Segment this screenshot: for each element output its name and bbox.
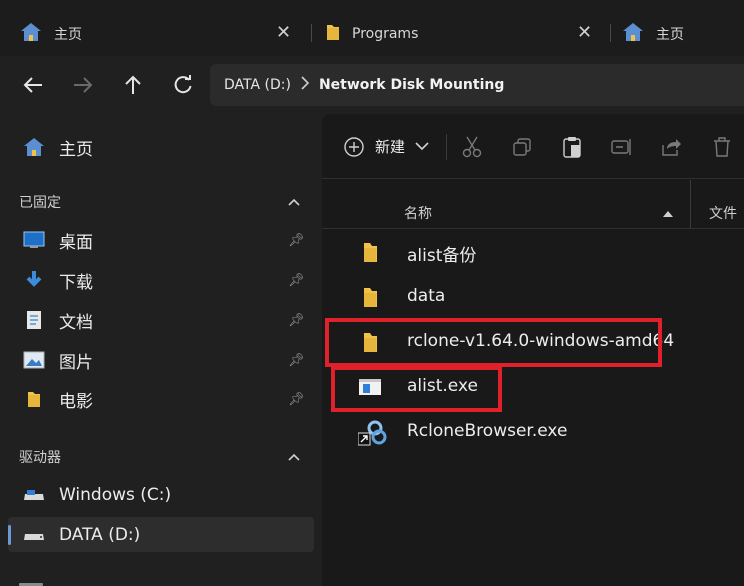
breadcrumb-current[interactable]: Network Disk Mounting	[319, 77, 504, 93]
arrow-up-icon	[125, 75, 141, 94]
sidebar-item-pictures[interactable]: 图片 📌︎	[0, 340, 320, 380]
sidebar-item-documents[interactable]: 文档 📌︎	[0, 300, 320, 340]
file-name: data	[407, 286, 446, 306]
section-cutoff	[19, 578, 49, 586]
tab-home-1[interactable]: 主页	[20, 12, 82, 56]
address-bar[interactable]: DATA (D:) Network Disk Mounting	[210, 64, 744, 106]
sidebar-item-label: 图片	[59, 352, 93, 373]
tab-label: 主页	[54, 27, 82, 43]
drive-icon	[22, 483, 46, 507]
cut-button[interactable]	[460, 135, 484, 159]
tab-divider	[610, 24, 611, 42]
sidebar-item-downloads[interactable]: 下载 📌︎	[0, 260, 320, 300]
share-button[interactable]	[660, 135, 684, 159]
desktop-icon	[22, 228, 46, 252]
sidebar-item-label: 主页	[59, 139, 93, 160]
refresh-icon	[174, 75, 192, 94]
refresh-button[interactable]	[168, 70, 198, 100]
sidebar-item-drive-d[interactable]: DATA (D:)	[0, 515, 320, 555]
rename-icon	[611, 139, 631, 155]
home-icon	[22, 135, 46, 159]
paste-icon	[563, 137, 581, 158]
sidebar-item-drive-c[interactable]: Windows (C:)	[0, 475, 320, 515]
close-icon[interactable]: ✕	[276, 22, 291, 43]
tab-label: Programs	[352, 26, 419, 42]
pictures-icon	[22, 348, 46, 372]
chevron-down-icon	[415, 142, 429, 151]
close-icon[interactable]: ✕	[577, 22, 592, 43]
sidebar-item-home[interactable]: 主页	[0, 127, 320, 167]
arrow-right-icon	[74, 77, 93, 93]
pin-icon[interactable]: 📌︎	[288, 273, 305, 288]
folder-icon	[358, 240, 382, 264]
shortcut-icon	[357, 420, 387, 446]
pin-icon[interactable]: 📌︎	[288, 392, 305, 407]
download-icon	[22, 268, 46, 292]
paste-button[interactable]	[560, 135, 584, 159]
column-divider[interactable]	[690, 180, 691, 228]
sidebar-item-label: 桌面	[59, 232, 93, 253]
folder-icon	[358, 285, 382, 309]
file-name: alist备份	[407, 246, 477, 266]
pin-icon[interactable]: 📌︎	[288, 233, 305, 248]
sort-up-icon[interactable]	[662, 206, 674, 222]
rename-button[interactable]	[610, 135, 634, 159]
column-header-type[interactable]: 文件	[709, 203, 737, 223]
column-header-row: 名称 文件	[322, 180, 744, 229]
column-header-name[interactable]: 名称	[404, 203, 432, 223]
toolbar-divider	[446, 134, 447, 160]
sidebar-item-label: 下载	[59, 272, 93, 293]
sidebar-item-desktop[interactable]: 桌面 📌︎	[0, 220, 320, 260]
pin-icon[interactable]: 📌︎	[288, 313, 305, 328]
highlight-box	[331, 366, 502, 412]
home-icon	[20, 22, 42, 46]
file-name: RcloneBrowser.exe	[407, 421, 568, 441]
home-icon	[622, 22, 644, 46]
drive-icon	[22, 523, 46, 547]
sidebar-item-movies[interactable]: 电影 📌︎	[0, 379, 320, 419]
copy-icon	[513, 138, 531, 156]
scissors-icon	[462, 136, 482, 158]
sidebar-item-label: Windows (C:)	[59, 485, 172, 505]
tab-divider	[311, 24, 312, 42]
folder-icon	[326, 23, 340, 45]
breadcrumb-drive[interactable]: DATA (D:)	[224, 77, 291, 93]
delete-button[interactable]	[710, 135, 734, 159]
sidebar-item-label: 文档	[59, 312, 93, 333]
tab-programs[interactable]: Programs	[326, 12, 418, 56]
forward-button[interactable]	[68, 70, 98, 100]
chevron-right-icon[interactable]	[301, 76, 310, 94]
share-icon	[662, 139, 681, 156]
sidebar-item-label: 电影	[59, 391, 93, 412]
sidebar-item-label: DATA (D:)	[59, 525, 141, 545]
chevron-up-icon[interactable]	[288, 449, 300, 465]
folder-icon	[22, 387, 46, 411]
trash-icon	[714, 137, 730, 157]
up-button[interactable]	[118, 70, 148, 100]
copy-button[interactable]	[510, 135, 534, 159]
file-row[interactable]: RcloneBrowser.exe	[322, 410, 744, 454]
back-button[interactable]	[18, 70, 48, 100]
new-button-label: 新建	[375, 138, 406, 156]
section-pinned: 已固定	[19, 195, 61, 211]
section-drives: 驱动器	[19, 450, 61, 466]
new-button[interactable]: 新建	[344, 136, 429, 157]
file-row[interactable]: alist备份	[322, 230, 744, 274]
tab-home-2[interactable]: 主页	[622, 12, 684, 56]
arrow-left-icon	[23, 77, 42, 93]
file-row[interactable]: data	[322, 275, 744, 319]
pin-icon[interactable]: 📌︎	[288, 353, 305, 368]
add-icon	[344, 136, 364, 157]
chevron-up-icon[interactable]	[288, 194, 300, 210]
tab-label: 主页	[656, 27, 684, 43]
document-icon	[22, 308, 46, 332]
highlight-box	[325, 318, 662, 367]
